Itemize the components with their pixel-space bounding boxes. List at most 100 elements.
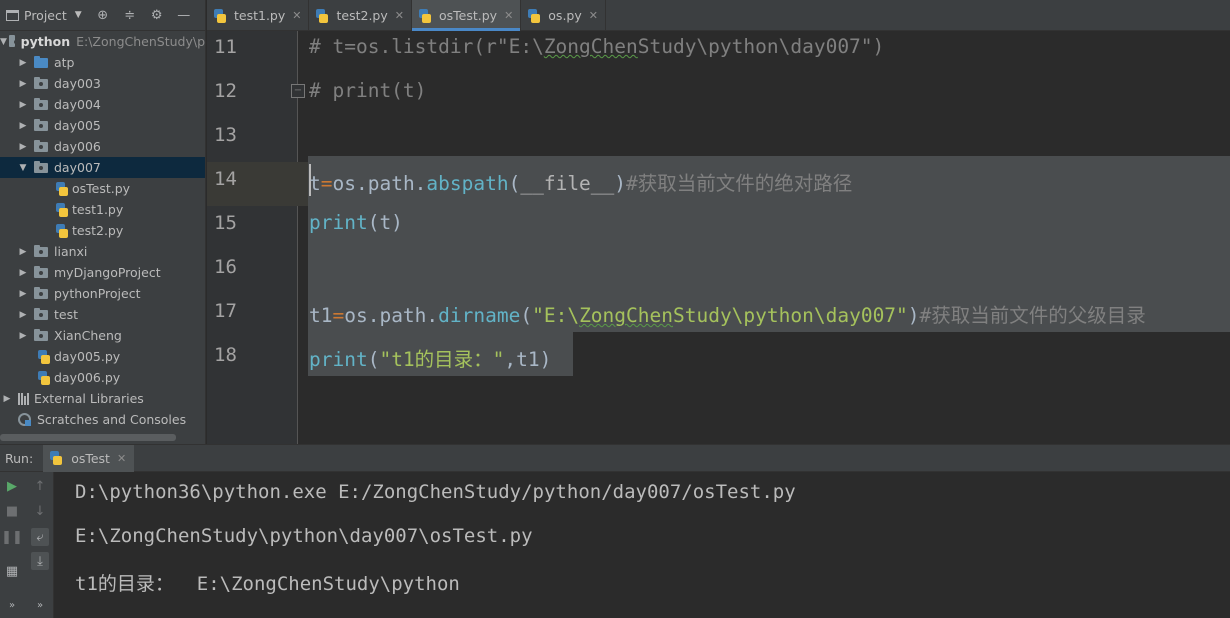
- tree-item-label: atp: [54, 55, 75, 70]
- tab-test1-py[interactable]: test1.py ✕: [207, 0, 310, 31]
- python-file-icon: [315, 8, 329, 23]
- tab-ostest-py[interactable]: osTest.py ✕: [411, 0, 522, 31]
- tree-item-test2-py[interactable]: test2.py: [0, 220, 205, 241]
- tab-test2-py[interactable]: test2.py ✕: [309, 0, 412, 31]
- tree-item-day003[interactable]: ▶ day003: [0, 73, 205, 94]
- chevron-down-icon[interactable]: ▼: [0, 37, 7, 47]
- up-arrow-icon[interactable]: ↑: [31, 477, 49, 495]
- tree-item-day006[interactable]: ▶ day006: [0, 136, 205, 157]
- pause-icon[interactable]: ❚❚: [1, 528, 23, 546]
- code-token: __file__: [520, 172, 615, 195]
- tree-item-day006-py[interactable]: day006.py: [0, 367, 205, 388]
- package-folder-icon: [34, 97, 48, 110]
- tree-root-python[interactable]: ▼ python E:\ZongChenStudy\p: [0, 31, 205, 52]
- soft-wrap-icon[interactable]: ⤶: [31, 528, 49, 546]
- scroll-to-end-icon[interactable]: ⤓: [31, 552, 49, 570]
- more-icon[interactable]: »: [3, 596, 21, 614]
- more-icon[interactable]: »: [31, 596, 49, 614]
- typo-word: ZongChen: [579, 304, 673, 327]
- project-view-selector[interactable]: Project ▼: [6, 8, 82, 23]
- package-folder-icon: [34, 139, 48, 152]
- console-line: t1的目录： E:\ZongChenStudy\python: [75, 573, 460, 595]
- chevron-right-icon[interactable]: ▶: [16, 100, 30, 110]
- chevron-right-icon[interactable]: ▶: [16, 247, 30, 257]
- close-icon[interactable]: ✕: [292, 9, 301, 22]
- layout-icon[interactable]: ▦: [3, 562, 21, 580]
- stop-icon[interactable]: ■: [3, 502, 21, 520]
- tree-item-label: myDjangoProject: [54, 265, 161, 280]
- chevron-right-icon[interactable]: ▶: [16, 79, 30, 89]
- code-token: os.path.: [332, 172, 427, 195]
- tree-item-day005[interactable]: ▶ day005: [0, 115, 205, 136]
- libraries-icon: [18, 392, 29, 405]
- package-folder-icon: [34, 160, 48, 173]
- close-icon[interactable]: ✕: [117, 452, 126, 465]
- chevron-right-icon[interactable]: ▶: [0, 394, 14, 404]
- run-console[interactable]: D:\python36\python.exe E:/ZongChenStudy/…: [55, 472, 1230, 618]
- close-icon[interactable]: ✕: [395, 9, 404, 22]
- collapse-icon[interactable]: ≑: [123, 8, 137, 23]
- tree-item-label: External Libraries: [34, 391, 144, 406]
- tree-item-test[interactable]: ▶ test: [0, 304, 205, 325]
- tree-item-pythonproject[interactable]: ▶ pythonProject: [0, 283, 205, 304]
- line-number: 13: [214, 124, 237, 146]
- down-arrow-icon[interactable]: ↓: [31, 502, 49, 520]
- tree-item-day004[interactable]: ▶ day004: [0, 94, 205, 115]
- code-line: 15 print(t): [207, 206, 1230, 250]
- chevron-right-icon[interactable]: ▶: [16, 58, 30, 68]
- chevron-right-icon[interactable]: ▶: [16, 310, 30, 320]
- tree-item-external-libraries[interactable]: ▶ External Libraries: [0, 388, 205, 409]
- code-text: print("t1的目录：",t1): [309, 343, 551, 372]
- code-token: =: [332, 304, 345, 327]
- python-file-icon: [213, 8, 226, 23]
- python-file-icon: [37, 349, 50, 364]
- chevron-right-icon[interactable]: ▶: [16, 331, 30, 341]
- line-number: 15: [214, 212, 237, 234]
- chevron-right-icon[interactable]: ▶: [16, 121, 30, 131]
- tab-os-py[interactable]: os.py ✕: [521, 0, 606, 31]
- chevron-right-icon[interactable]: ▶: [16, 268, 30, 278]
- tree-root-label: python: [20, 34, 71, 49]
- code-comment: #获取当前文件的父级目录: [919, 304, 1146, 327]
- tree-item-day007[interactable]: ▼ day007: [0, 157, 205, 178]
- package-folder-icon: [34, 328, 48, 341]
- package-folder-icon: [34, 244, 48, 257]
- chevron-right-icon[interactable]: ▶: [16, 142, 30, 152]
- line-number: 14: [214, 168, 237, 190]
- close-icon[interactable]: ✕: [589, 9, 598, 22]
- tab-label: os.py: [548, 8, 582, 23]
- run-tab-ostest[interactable]: osTest ✕: [43, 444, 135, 472]
- tree-item-mydjangoproject[interactable]: ▶ myDjangoProject: [0, 262, 205, 283]
- tree-root-path: E:\ZongChenStudy\p: [76, 34, 205, 49]
- code-editor[interactable]: 11 # t=os.listdir(r"E:\ZongChenStudy\pyt…: [207, 31, 1230, 444]
- tree-item-lianxi[interactable]: ▶ lianxi: [0, 241, 205, 262]
- fold-icon[interactable]: −: [291, 84, 305, 98]
- tree-item-test1-py[interactable]: test1.py: [0, 199, 205, 220]
- code-token: ,t1): [504, 348, 552, 371]
- tree-item-xiancheng[interactable]: ▶ XianCheng: [0, 325, 205, 346]
- code-token: ): [907, 304, 920, 327]
- gear-icon[interactable]: ⚙: [150, 8, 164, 23]
- line-number: 16: [214, 256, 237, 278]
- project-title: Project: [24, 7, 67, 23]
- code-token: (: [508, 172, 521, 195]
- tree-item-ostest-py[interactable]: osTest.py: [0, 178, 205, 199]
- horizontal-scrollbar[interactable]: [0, 434, 176, 441]
- tree-item-label: test1.py: [72, 202, 124, 217]
- rerun-icon[interactable]: ▶: [3, 477, 21, 495]
- package-folder-icon: [34, 76, 48, 89]
- close-icon[interactable]: ✕: [504, 9, 513, 22]
- chevron-down-icon[interactable]: ▼: [16, 163, 30, 173]
- code-token: =: [320, 172, 333, 195]
- minimize-icon[interactable]: —: [177, 8, 191, 23]
- tree-item-scratches[interactable]: Scratches and Consoles: [0, 409, 205, 430]
- code-line: 16: [207, 250, 1230, 294]
- python-file-icon: [49, 451, 63, 465]
- crosshair-icon[interactable]: ⊕: [96, 8, 110, 23]
- python-file-icon: [418, 8, 431, 23]
- code-token: (: [520, 304, 533, 327]
- chevron-right-icon[interactable]: ▶: [16, 289, 30, 299]
- tree-item-atp[interactable]: ▶ atp: [0, 52, 205, 73]
- code-text: # print(t): [309, 79, 427, 102]
- tree-item-day005-py[interactable]: day005.py: [0, 346, 205, 367]
